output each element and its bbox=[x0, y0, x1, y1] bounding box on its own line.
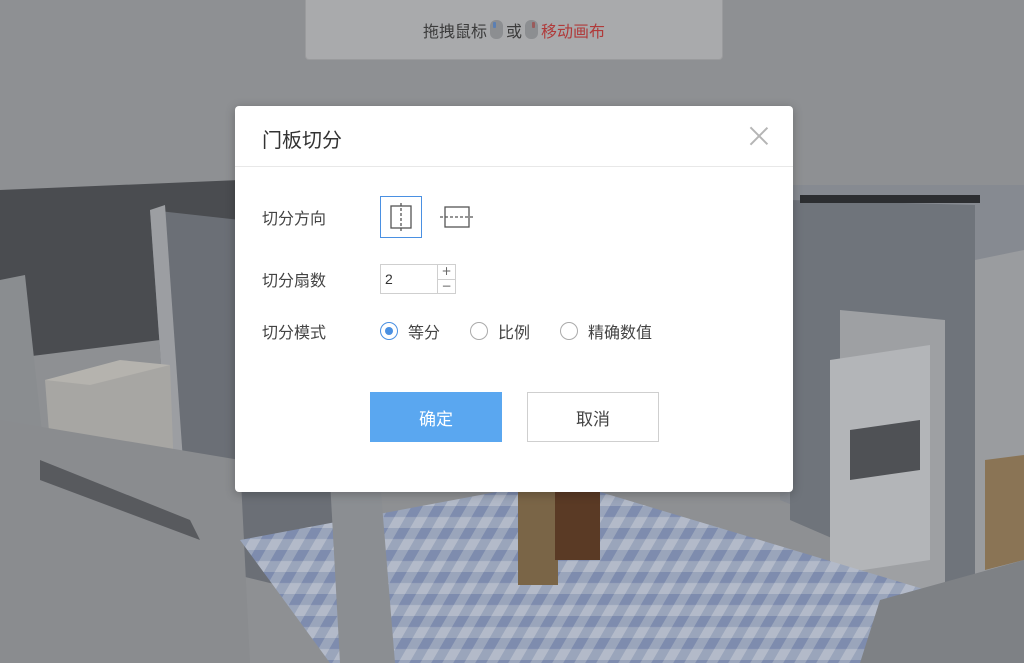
dialog-header: 门板切分 bbox=[235, 106, 793, 167]
radio-circle bbox=[560, 322, 579, 340]
mode-equal-label: 等分 bbox=[408, 323, 441, 342]
split-count-stepper: + − bbox=[380, 264, 456, 294]
mode-ratio-radio[interactable]: 比例 bbox=[470, 319, 530, 343]
split-count-label: 切分扇数 bbox=[262, 271, 327, 290]
canvas-hint-bar: 拖拽鼠标 或 移动画布 bbox=[305, 0, 723, 60]
split-count-row: 切分扇数 + − bbox=[262, 264, 456, 294]
mode-exact-radio[interactable]: 精确数值 bbox=[560, 319, 652, 343]
split-direction-row: 切分方向 bbox=[262, 196, 492, 238]
close-icon[interactable] bbox=[749, 126, 769, 146]
split-count-input[interactable] bbox=[381, 265, 437, 293]
decrement-button[interactable]: − bbox=[438, 279, 455, 294]
horizontal-split-button[interactable] bbox=[436, 196, 478, 238]
radio-circle bbox=[380, 322, 398, 340]
split-direction-label: 切分方向 bbox=[262, 209, 327, 228]
door-split-dialog: 门板切分 切分方向 切分扇数 + − 切分模 bbox=[235, 106, 793, 492]
increment-button[interactable]: + bbox=[438, 265, 455, 280]
confirm-button[interactable]: 确定 bbox=[370, 392, 502, 442]
mode-ratio-label: 比例 bbox=[498, 323, 531, 342]
hint-move-text: 移动画布 bbox=[541, 21, 606, 41]
dialog-title: 门板切分 bbox=[262, 128, 342, 152]
vertical-split-button[interactable] bbox=[380, 196, 422, 238]
radio-circle bbox=[470, 322, 489, 340]
split-mode-row: 切分模式 等分 比例 精确数值 bbox=[262, 319, 682, 343]
mouse-left-icon bbox=[489, 20, 503, 39]
split-mode-label: 切分模式 bbox=[262, 323, 327, 342]
horizontal-split-icon bbox=[440, 206, 474, 228]
hint-drag-text: 拖拽鼠标 bbox=[422, 21, 487, 41]
cancel-button[interactable]: 取消 bbox=[527, 392, 659, 442]
mouse-right-icon bbox=[525, 20, 538, 39]
mode-exact-label: 精确数值 bbox=[588, 323, 653, 342]
vertical-split-icon bbox=[390, 203, 412, 231]
mode-equal-radio[interactable]: 等分 bbox=[380, 319, 440, 343]
hint-or-text: 或 bbox=[505, 21, 522, 41]
